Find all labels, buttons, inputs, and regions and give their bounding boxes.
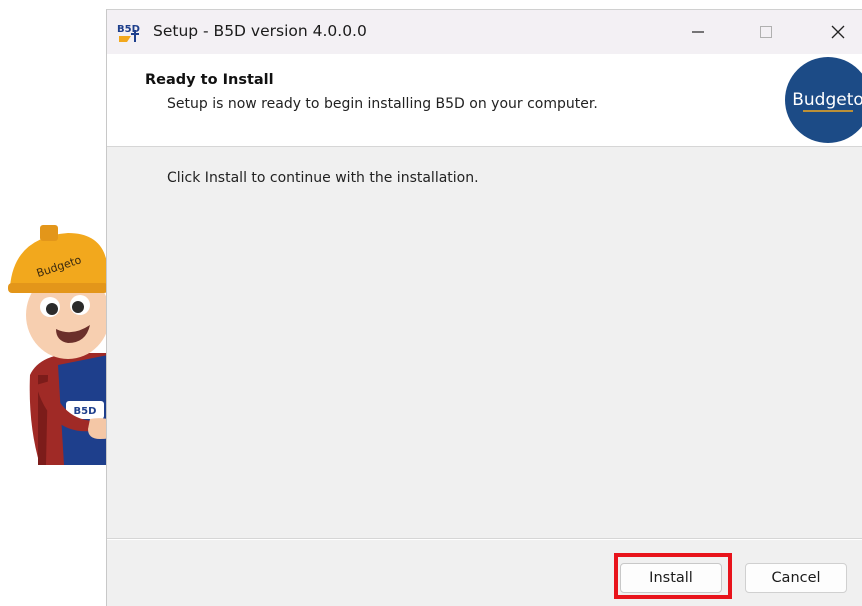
install-button[interactable]: Install bbox=[620, 563, 722, 593]
minimize-icon bbox=[692, 31, 704, 33]
svg-text:Budgeto: Budgeto bbox=[792, 90, 862, 110]
app-icon: B5D bbox=[117, 24, 140, 42]
title-bar[interactable]: B5D Setup - B5D version 4.0.0.0 bbox=[107, 10, 862, 54]
close-icon bbox=[831, 25, 845, 39]
budgeto-logo: Budgeto bbox=[785, 57, 862, 143]
window-title: Setup - B5D version 4.0.0.0 bbox=[153, 22, 367, 40]
cancel-button[interactable]: Cancel bbox=[745, 563, 847, 593]
maximize-icon bbox=[760, 26, 772, 38]
maximize-button[interactable] bbox=[743, 10, 789, 54]
wizard-header: Ready to Install Setup is now ready to b… bbox=[107, 54, 862, 147]
install-instruction: Click Install to continue with the insta… bbox=[167, 170, 479, 186]
minimize-button[interactable] bbox=[675, 10, 721, 54]
close-button[interactable] bbox=[815, 10, 861, 54]
page-subtitle: Setup is now ready to begin installing B… bbox=[167, 96, 598, 112]
installer-window: B5D Setup - B5D version 4.0.0.0 Ready to… bbox=[106, 9, 862, 606]
footer-divider-highlight bbox=[107, 539, 862, 540]
vest-logo-text: B5D bbox=[74, 406, 97, 417]
page-title: Ready to Install bbox=[145, 72, 274, 88]
